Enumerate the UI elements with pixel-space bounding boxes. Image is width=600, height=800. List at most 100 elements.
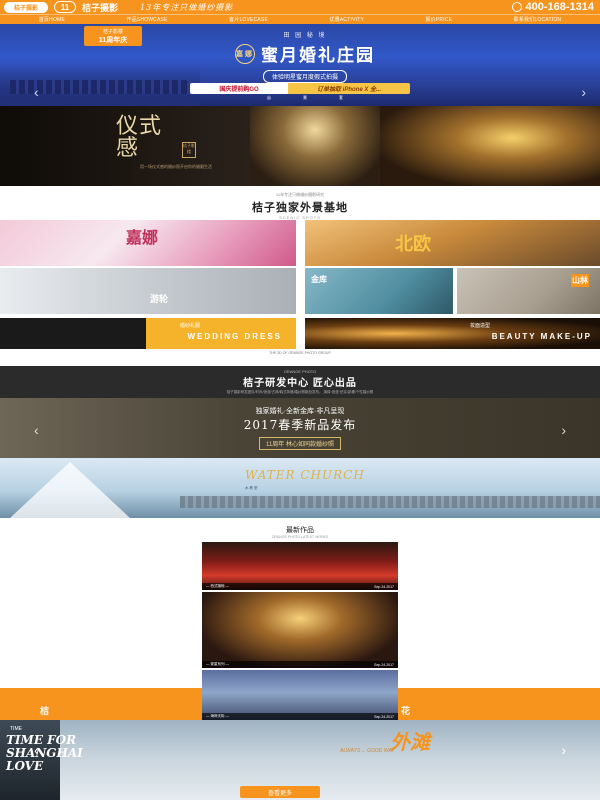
scenic-tile-nordic[interactable]: 北欧 (305, 220, 600, 266)
hero-badge-top: 桔子影楼 (102, 28, 123, 35)
hero-anniversary-badge: 桔子影楼 11周年庆 (84, 26, 142, 46)
spring-next-arrow-icon[interactable]: › (561, 422, 566, 438)
tile-label: 北欧 (395, 234, 431, 255)
latest-work-card[interactable]: — 西式旗袍 — Sep.24.2017 (202, 542, 398, 590)
scenic-footnote: THE 3D OF ORANGE PHOTO GROUP (269, 351, 331, 355)
rd-title: 桔子研发中心 匠心出品 (243, 378, 357, 389)
beauty-makeup-tile[interactable]: 妆面造型 BEAUTY MAKE-UP (305, 318, 600, 349)
hero-subtitle-top: 田 园 秘 境 (283, 33, 327, 39)
work-date: Sep.24.2017 (374, 714, 394, 719)
nav-item-location[interactable]: 联系我们LOCATION (514, 16, 562, 23)
ritual-title-line1: 仪式 (116, 114, 163, 139)
work-caption: — 繁星系列 — Sep.24.2017 (202, 661, 398, 668)
ritual-banner[interactable]: 仪式 感 桔子影楼 用一场仪式感的婚纱照开启你的婚姻生活 (0, 106, 600, 186)
hero-tagline: 体验明星蜜月度假式拍摄 (262, 70, 347, 83)
latest-title: 最新作品 (286, 527, 314, 534)
shanghai-title-line3: LOVE (6, 759, 44, 773)
slogan: 13年专注只做婚纱摄影 (140, 2, 234, 12)
waitan-title: 外滩 (390, 730, 430, 754)
water-church-subtitle: 水 教 堂 (245, 486, 258, 490)
stat-label: 景 (303, 95, 307, 100)
shanghai-title: TIME FOR SHANGHAI LOVE (6, 734, 83, 773)
beauty-makeup-title: BEAUTY MAKE-UP (491, 332, 592, 341)
view-more-button[interactable]: 查看更多 (240, 786, 320, 798)
tile-label: 金库 (311, 274, 327, 284)
tile-label: 山林 (571, 274, 589, 287)
nav-item-showcase[interactable]: 作品SHOWCASE (126, 16, 167, 23)
work-name: — 海岸天际 — (206, 714, 229, 718)
hero-promo-bar[interactable]: 国庆提前购GO 订单抽取 iPhone X 全... (190, 83, 410, 94)
spring-prev-arrow-icon[interactable]: ‹ (34, 422, 39, 438)
orange-band-left: 桔 (40, 706, 50, 716)
hero-prev-arrow-icon[interactable]: ‹ (34, 84, 39, 100)
tile-label: 游轮 (150, 295, 169, 305)
top-header: 桔子摄影 11 桔子摄影 13年专注只做婚纱摄影 400-168-1314 (0, 0, 600, 14)
hero-next-arrow-icon[interactable]: › (581, 84, 586, 100)
work-caption: — 西式旗袍 — Sep.24.2017 (202, 583, 398, 590)
main-nav: 首页HOME 作品SHOWCASE 客片LOVECASE 优惠ACTIVITY … (0, 14, 600, 24)
wedding-dress-title: WEDDING DRESS (187, 332, 282, 341)
wedding-dress-cn: 婚纱礼服 (179, 323, 200, 329)
glass-church-shape (10, 462, 130, 518)
nav-item-price[interactable]: 报价PRICE (425, 16, 452, 23)
water-church-banner[interactable]: WATER CHURCH 水 教 堂 (0, 458, 600, 518)
orange-band-right: 花 (400, 706, 410, 716)
logo-text: 桔子摄影 (13, 5, 38, 12)
work-date: Sep.24.2017 (374, 662, 394, 667)
ritual-title-line2: 感 (116, 136, 140, 161)
spring-line1: 独家婚礼·全新金库·非凡呈现 (255, 408, 345, 415)
wedding-dress-tile[interactable]: 婚纱礼服 WEDDING DRESS (0, 318, 296, 349)
ritual-seal: 桔子影楼 (182, 142, 196, 158)
scenic-tile-cruise[interactable]: 游轮 (0, 268, 296, 314)
stat-label: 套 (339, 95, 343, 100)
shanghai-banner[interactable]: TIME TIME FOR SHANGHAI LOVE 外滩 ALWAYS ..… (0, 720, 600, 800)
spring-release-banner[interactable]: 独家婚礼·全新金库·非凡呈现 2017春季新品发布 11周年 林心如同款婚纱照 … (0, 398, 600, 458)
work-name: — 西式旗袍 — (206, 584, 229, 588)
water-church-title: WATER CHURCH (245, 468, 365, 482)
nav-item-lovecase[interactable]: 客片LOVECASE (229, 16, 268, 23)
latest-work-card[interactable]: — 繁星系列 — Sep.24.2017 (202, 592, 398, 668)
work-name: — 繁星系列 — (206, 662, 229, 666)
ritual-text: 用一场仪式感的婚纱照开启你的婚姻生活 (140, 164, 212, 169)
shanghai-prev-arrow-icon[interactable]: ‹ (34, 742, 39, 758)
ritual-title: 仪式 感 (116, 116, 162, 160)
shanghai-next-arrow-icon[interactable]: › (561, 742, 566, 758)
phone-number[interactable]: 400-168-1314 (512, 1, 594, 13)
scenic-section-header: 11年专注只做婚纱摄影研究 桔子独家外景基地 SCENIC SPOTS (0, 192, 600, 220)
latest-works-header: 最新作品 ORANGE PHOTO LATEST WORKS (0, 525, 600, 539)
latest-work-card[interactable]: — 海岸天际 — Sep.24.2017 (202, 670, 398, 720)
rd-desc: 桔子摄影研发团队/时尚/浪漫/古典/韩式风格/婚纱照新品发布。 演绎·浪漫·纪实… (226, 390, 374, 394)
hero-mini-logo: 嘉娜 (235, 43, 255, 64)
beauty-makeup-cn: 妆面造型 (469, 323, 490, 329)
scenic-tile-forest[interactable]: 山林 (457, 268, 600, 314)
promo-left[interactable]: 国庆提前购GO (190, 83, 288, 94)
phone-text: 400-168-1314 (525, 1, 594, 13)
work-caption: — 海岸天际 — Sep.24.2017 (202, 713, 398, 720)
scenic-tile-jiana[interactable]: 嘉娜 (0, 220, 296, 266)
scenic-tiny: 11年专注只做婚纱摄影研究 (275, 192, 325, 197)
church-city-skyline (180, 496, 600, 508)
latest-english: ORANGE PHOTO LATEST WORKS (271, 535, 329, 539)
shanghai-small: TIME (10, 726, 22, 732)
logo[interactable]: 桔子摄影 (4, 1, 48, 13)
hero-title: 嘉娜 蜜月婚礼庄园 (160, 41, 450, 66)
ritual-church-image (250, 106, 380, 186)
phone-icon (512, 2, 523, 12)
spring-line3: 11周年 林心如同款婚纱照 (259, 437, 341, 450)
hero-badge-main: 11周年庆 (98, 36, 128, 44)
brand-name: 桔子摄影 (82, 2, 119, 13)
stat-label: 亩 (267, 95, 271, 100)
anniversary-badge: 11 (54, 1, 76, 13)
nav-item-activity[interactable]: 优惠ACTIVITY (329, 16, 364, 23)
ritual-hall-image (380, 106, 600, 186)
tile-label: 嘉娜 (126, 228, 159, 247)
spring-line2: 2017春季新品发布 (243, 418, 357, 432)
waitan-subtitle: ALWAYS ... GOOD WAY (340, 748, 395, 754)
hero-title-text: 蜜月婚礼庄园 (261, 46, 375, 66)
nav-item-home[interactable]: 首页HOME (39, 16, 65, 23)
scenic-tile-vault[interactable]: 金库 (305, 268, 453, 314)
rd-center-banner: ORANGE PHOTO 桔子研发中心 匠心出品 桔子摄影研发团队/时尚/浪漫/… (0, 366, 600, 398)
promo-right[interactable]: 订单抽取 iPhone X 全... (288, 83, 410, 94)
work-date: Sep.24.2017 (374, 584, 394, 589)
ritual-text-panel: 仪式 感 桔子影楼 用一场仪式感的婚纱照开启你的婚姻生活 (0, 106, 250, 186)
